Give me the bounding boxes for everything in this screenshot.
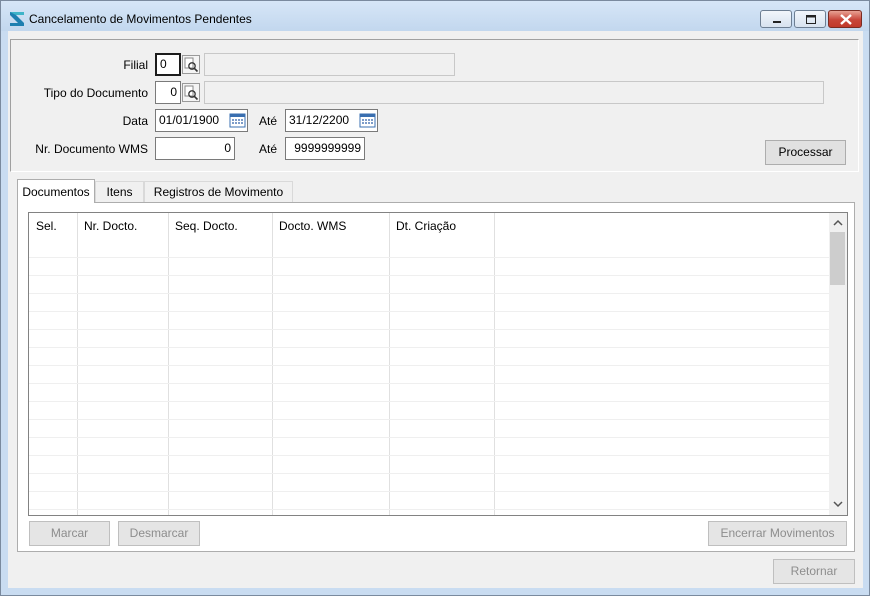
tipo-documento-label: Tipo do Documento	[43, 86, 148, 100]
column-header-dt-criacao[interactable]: Dt. Criação	[396, 219, 456, 233]
maximize-icon	[806, 15, 816, 24]
grid-row-separator	[29, 473, 829, 474]
grid-column-seq-docto: Seq. Docto.	[168, 213, 273, 515]
tab-itens[interactable]: Itens	[95, 181, 144, 202]
grid-row-separator	[29, 419, 829, 420]
minimize-button[interactable]	[760, 10, 792, 28]
grid-row-separator	[29, 365, 829, 366]
grid-row-separator	[29, 455, 829, 456]
grid-row-separator	[29, 293, 829, 294]
filial-label: Filial	[123, 58, 148, 72]
grid-row-separator	[29, 257, 829, 258]
grid-column-dt-criacao: Dt. Criação	[389, 213, 495, 515]
grid-column-docto-wms: Docto. WMS	[272, 213, 390, 515]
tipo-documento-description	[204, 81, 824, 104]
tab-documentos[interactable]: Documentos	[17, 179, 95, 203]
column-header-seq-docto[interactable]: Seq. Docto.	[175, 219, 238, 233]
grid-row-separator	[29, 509, 829, 510]
processar-button[interactable]: Processar	[765, 140, 846, 165]
data-to-calendar-icon[interactable]	[359, 112, 376, 129]
window-title: Cancelamento de Movimentos Pendentes	[29, 12, 252, 26]
grid-row-separator	[29, 491, 829, 492]
close-button[interactable]	[828, 10, 862, 28]
grid-column-sel: Sel.	[29, 213, 78, 515]
minimize-icon	[773, 21, 781, 23]
title-bar[interactable]: Cancelamento de Movimentos Pendentes	[1, 1, 869, 31]
scrollbar-thumb[interactable]	[830, 232, 845, 285]
grid-row-separator	[29, 347, 829, 348]
grid-column-nr-docto: Nr. Docto.	[77, 213, 169, 515]
data-from-calendar-icon[interactable]	[229, 112, 246, 129]
retornar-button[interactable]: Retornar	[773, 559, 855, 584]
filial-description	[204, 53, 455, 76]
grid-row-separator	[29, 275, 829, 276]
grid-row-separator	[29, 383, 829, 384]
scroll-down-icon[interactable]	[833, 500, 843, 508]
data-label: Data	[122, 114, 148, 128]
column-header-docto-wms[interactable]: Docto. WMS	[279, 219, 346, 233]
filial-search-icon[interactable]	[182, 55, 200, 74]
filial-input[interactable]: 0	[155, 53, 181, 76]
marcar-button[interactable]: Marcar	[29, 521, 110, 546]
tipo-documento-input[interactable]: 0	[155, 81, 181, 104]
window-client-area: Filial 0 Tipo do Documento 0 Data 01/01/…	[8, 31, 863, 588]
desmarcar-button[interactable]: Desmarcar	[118, 521, 200, 546]
grid-vertical-scrollbar[interactable]	[829, 213, 847, 515]
documents-grid[interactable]: Sel. Nr. Docto. Seq. Docto. Docto. WMS D…	[28, 212, 848, 516]
grid-row-separator	[29, 329, 829, 330]
column-header-sel[interactable]: Sel.	[36, 219, 57, 233]
main-window: Cancelamento de Movimentos Pendentes Fil…	[0, 0, 870, 596]
tab-registros-de-movimento[interactable]: Registros de Movimento	[144, 181, 293, 202]
scroll-up-icon[interactable]	[833, 219, 843, 227]
tipo-documento-search-icon[interactable]	[182, 83, 200, 102]
encerrar-movimentos-button[interactable]: Encerrar Movimentos	[708, 521, 847, 546]
nr-documento-wms-to-input[interactable]: 9999999999	[285, 137, 365, 160]
data-ate-label: Até	[259, 114, 278, 128]
maximize-button[interactable]	[794, 10, 826, 28]
close-icon	[840, 14, 852, 25]
grid-row-separator	[29, 437, 829, 438]
grid-row-separator	[29, 401, 829, 402]
app-logo-icon	[10, 12, 24, 26]
nr-documento-wms-ate-label: Até	[259, 142, 278, 156]
grid-row-separator	[29, 311, 829, 312]
nr-documento-wms-label: Nr. Documento WMS	[35, 142, 148, 156]
column-header-nr-docto[interactable]: Nr. Docto.	[84, 219, 137, 233]
nr-documento-wms-from-input[interactable]: 0	[155, 137, 235, 160]
